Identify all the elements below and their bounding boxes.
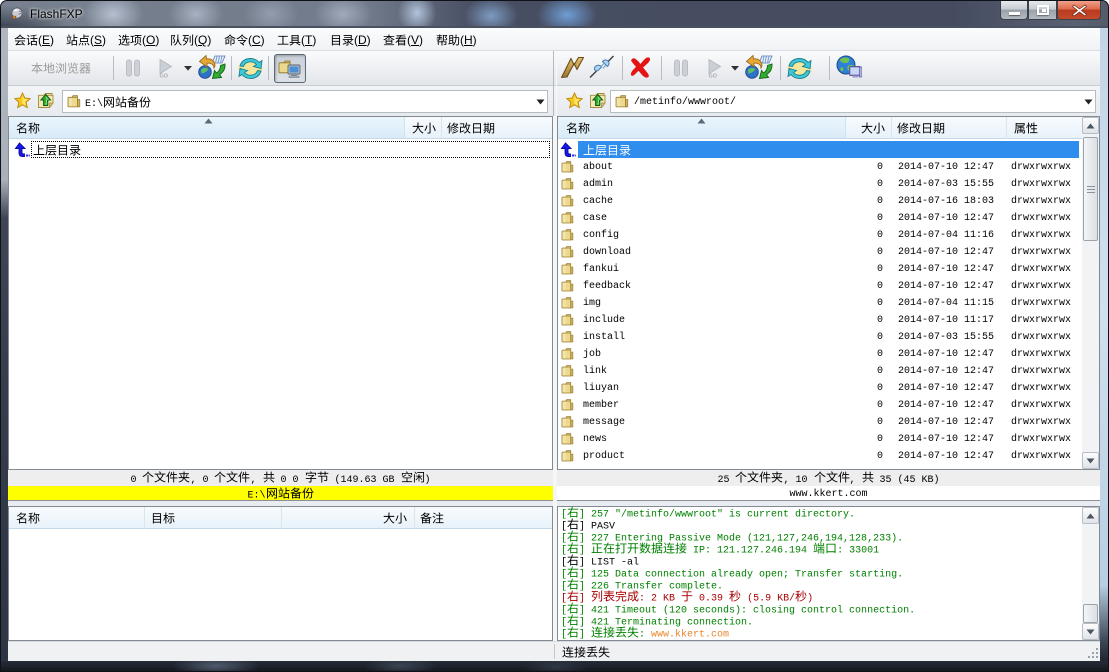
svg-text:GO: GO [160,74,169,79]
svg-text:GO: GO [709,74,718,79]
